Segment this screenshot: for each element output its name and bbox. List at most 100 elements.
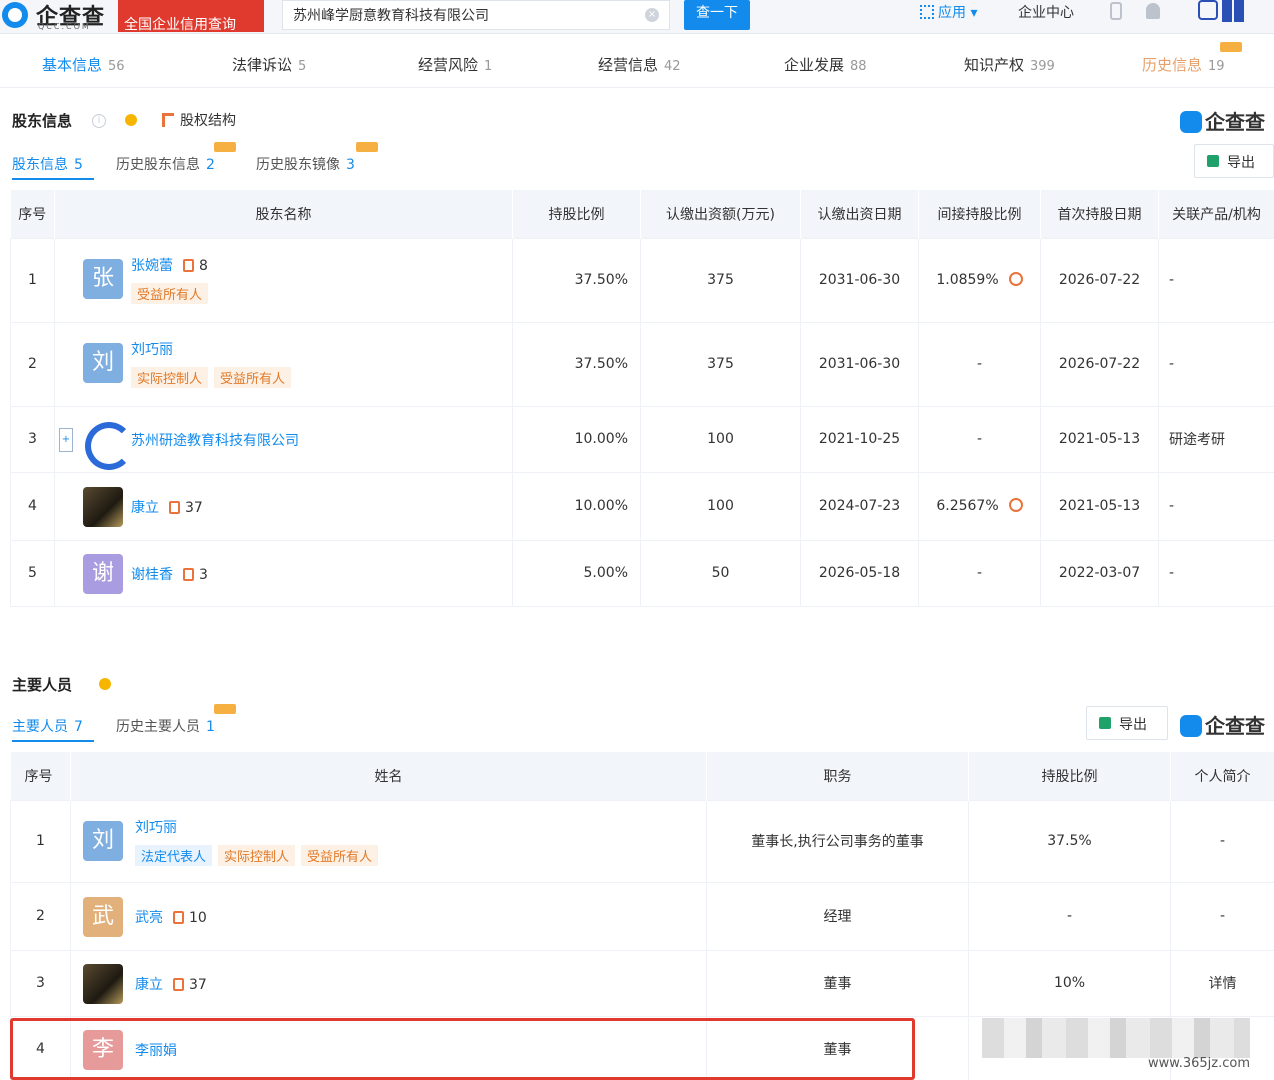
subtab-count: 1 [206, 719, 215, 735]
menu-grid-icon[interactable] [1222, 0, 1244, 22]
subtab-label: 历史股东镜像 [256, 157, 340, 173]
export-button[interactable]: 导出 [1086, 706, 1168, 740]
tab-ip[interactable]: 知识产权 399 [964, 54, 1055, 75]
person-link[interactable]: 康立 37 [135, 974, 207, 994]
apps-label: 应用 [938, 5, 966, 21]
col-header: 股东名称 [54, 190, 513, 238]
equity-structure-link[interactable]: 股权结构 [162, 110, 236, 130]
redacted-area [982, 1018, 1250, 1058]
first-hold-date: 2026-07-22 [1040, 237, 1159, 323]
indirect-ratio: 6.2567% [918, 471, 1041, 541]
tab-history[interactable]: 历史信息 19 [1142, 54, 1225, 75]
related-product: - [1158, 237, 1274, 323]
subtab-shareholders[interactable]: 股东信息 5 [12, 154, 83, 174]
bio: - [1170, 881, 1274, 951]
subtab-label: 股东信息 [12, 157, 68, 173]
table-row: 3 + 苏州研途教育科技有限公司 10.00% 100 2021-10-25 -… [10, 405, 1274, 473]
person-name: 谢桂香 [131, 566, 173, 583]
related-product: - [1158, 321, 1274, 407]
bio-detail-link[interactable]: 详情 [1170, 949, 1274, 1017]
vip-badge [214, 704, 236, 714]
subtab-count: 5 [74, 157, 83, 173]
mobile-icon[interactable] [1110, 2, 1122, 20]
share-ratio: 37.5% [968, 799, 1171, 883]
brand-slogan: 全国企业信用查询 [118, 0, 264, 32]
subtab-personnel[interactable]: 主要人员 7 [12, 716, 83, 736]
subtab-label: 历史主要人员 [116, 719, 200, 735]
table-row: 2 武 武亮 10 经理 - - [10, 881, 1274, 951]
enterprise-center-link[interactable]: 企业中心 [1018, 2, 1074, 22]
tab-legal[interactable]: 法律诉讼 5 [232, 54, 306, 75]
subscribed-date: 2026-05-18 [800, 539, 919, 607]
info-icon[interactable]: i [92, 114, 106, 128]
search-input[interactable]: 苏州峰学厨意教育科技有限公司 × [282, 0, 670, 30]
tab-label: 历史信息 [1142, 56, 1203, 74]
avatar: 刘 [83, 342, 123, 383]
table-row: 2 刘 刘巧丽 实际控制人 受益所有人 37.50% 375 2031-06-30… [10, 321, 1274, 407]
clear-icon[interactable]: × [645, 8, 659, 22]
subtab-history-personnel[interactable]: 历史主要人员 1 [116, 716, 215, 736]
expand-toggle[interactable]: + [59, 427, 73, 452]
search-value: 苏州峰学厨意教育科技有限公司 [293, 8, 489, 24]
person-link[interactable]: 武亮 10 [135, 907, 207, 927]
tab-count: 1 [484, 59, 493, 74]
tag-row: 实际控制人 受益所有人 [131, 366, 297, 388]
col-header[interactable]: 持股比例 [512, 190, 641, 238]
row-number: 2 [10, 321, 55, 407]
export-button[interactable]: 导出 [1194, 144, 1274, 178]
relation-icon [183, 567, 194, 581]
col-header: 关联产品/机构 [1158, 190, 1274, 238]
apps-menu[interactable]: 应用 ▾ [920, 2, 977, 22]
tab-operations[interactable]: 经营信息 42 [598, 54, 681, 75]
avatar: 张 [83, 258, 123, 299]
role-tag: 受益所有人 [131, 282, 209, 304]
person-cell: 刘 刘巧丽 法定代表人 实际控制人 受益所有人 [70, 799, 707, 883]
relation-count: 37 [185, 499, 203, 516]
subtab-count: 2 [206, 157, 215, 173]
person-link[interactable]: 谢桂香 3 [131, 564, 208, 584]
qcc-logo[interactable]: 企查查 QCC.COM [0, 0, 112, 32]
subscribed-amount: 50 [640, 539, 801, 607]
col-header: 序号 [10, 190, 55, 238]
tag-row: 法定代表人 实际控制人 受益所有人 [135, 844, 384, 866]
shareholders-title: 股东信息 [12, 112, 73, 130]
relation-icon [183, 258, 194, 272]
col-header: 序号 [10, 752, 71, 800]
tab-label: 知识产权 [964, 56, 1025, 74]
tab-basic-info[interactable]: 基本信息 56 [42, 54, 125, 75]
person-name: 康立 [131, 499, 159, 516]
brand-label: 企查查 [1205, 714, 1265, 738]
person-link[interactable]: 李丽娟 [135, 1040, 177, 1060]
top-bar: 企查查 QCC.COM 全国企业信用查询 苏州峰学厨意教育科技有限公司 × 查一… [0, 0, 1274, 34]
person-link[interactable]: 张婉蕾 8 [131, 255, 208, 275]
person-link[interactable]: 刘巧丽 [135, 817, 177, 837]
subtab-history-shareholders[interactable]: 历史股东信息 2 [116, 154, 215, 174]
tab-label: 经营风险 [418, 56, 479, 74]
penetration-icon[interactable] [1008, 498, 1023, 512]
tab-count: 5 [298, 59, 307, 74]
role-tag: 受益所有人 [214, 366, 292, 388]
search-button[interactable]: 查一下 [684, 0, 750, 30]
tab-development[interactable]: 企业发展 88 [784, 54, 867, 75]
related-product-link[interactable]: 研途考研 [1158, 405, 1274, 473]
company-link[interactable]: 苏州研途教育科技有限公司 [131, 430, 299, 450]
shareholder-cell: 康立 37 [54, 471, 513, 541]
tab-risk[interactable]: 经营风险 1 [418, 54, 492, 75]
table-row: 1 张 张婉蕾 8 受益所有人 37.50% 375 2031-06-30 1.0… [10, 237, 1274, 323]
user-icon[interactable] [1198, 0, 1218, 20]
col-header[interactable]: 持股比例 [968, 752, 1171, 800]
indirect-value: 6.2567% [936, 498, 999, 514]
avatar: 武 [83, 896, 123, 937]
penetration-icon[interactable] [1008, 272, 1023, 286]
col-header: 职务 [706, 752, 969, 800]
subtab-shareholder-mirror[interactable]: 历史股东镜像 3 [256, 154, 355, 174]
vip-badge [214, 142, 236, 152]
subscribed-date: 2021-10-25 [800, 405, 919, 473]
col-header[interactable]: 认缴出资额(万元) [640, 190, 801, 238]
status-dot [99, 678, 111, 690]
col-header[interactable]: 认缴出资日期 [800, 190, 919, 238]
bell-icon[interactable] [1146, 3, 1160, 19]
col-header[interactable]: 首次持股日期 [1040, 190, 1159, 238]
person-link[interactable]: 康立 37 [131, 497, 203, 517]
person-link[interactable]: 刘巧丽 [131, 339, 173, 359]
